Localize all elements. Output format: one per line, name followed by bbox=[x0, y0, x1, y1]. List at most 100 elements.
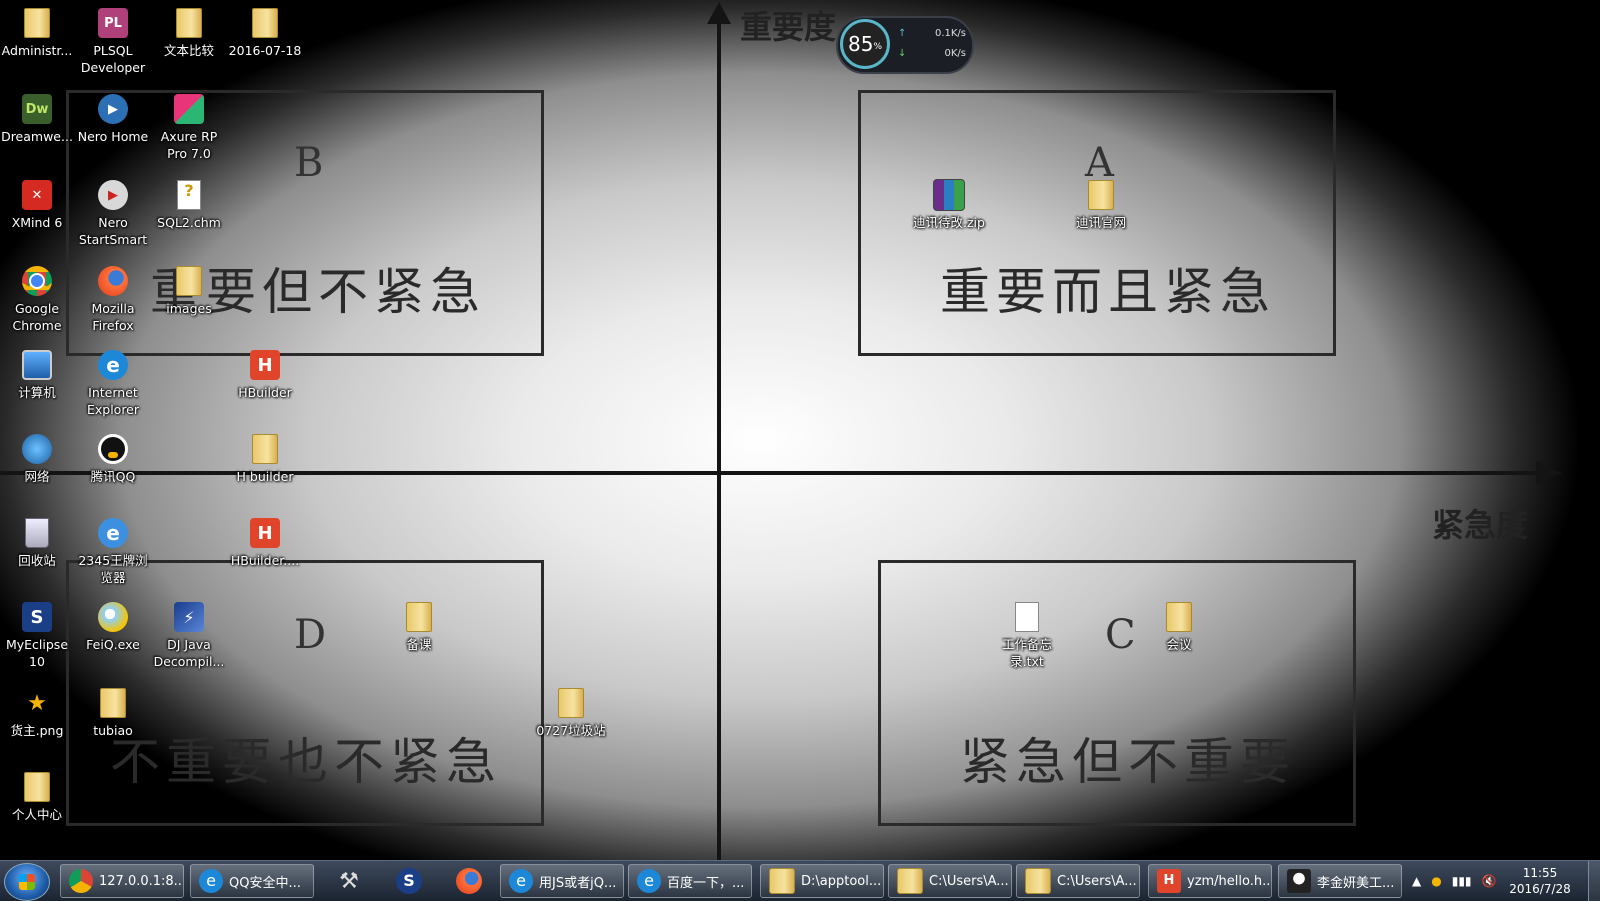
volume-muted-icon[interactable]: 🔇 bbox=[1482, 874, 1497, 888]
desktop-icon-recycle-bin[interactable]: 回收站 bbox=[0, 516, 74, 569]
text-file-icon bbox=[1010, 600, 1044, 634]
icon-label: SQL2.chm bbox=[157, 215, 221, 230]
firefox-icon bbox=[96, 264, 130, 298]
desktop-icon-mozilla-firefox[interactable]: Mozilla Firefox bbox=[76, 264, 150, 334]
desktop-icon-personal-center[interactable]: 个人中心 bbox=[0, 770, 74, 823]
taskbar-button-chat[interactable]: 李金妍美工... bbox=[1278, 864, 1402, 898]
desktop-icon-images[interactable]: images bbox=[152, 264, 226, 317]
ie-icon: e bbox=[199, 869, 223, 893]
icon-label: 迪讯待改.zip bbox=[913, 215, 985, 230]
desktop-icon-administrator[interactable]: Administr... bbox=[0, 6, 74, 59]
desktop-icon-text-compare[interactable]: 文本比较 bbox=[152, 6, 226, 59]
icon-label: 0727垃圾站 bbox=[536, 723, 606, 738]
desktop-icon-dj-java[interactable]: ⚡ DJ Java Decompil... bbox=[152, 600, 226, 670]
taskbar-button-chrome[interactable]: 127.0.0.1:8... bbox=[60, 864, 184, 898]
tray-app-icon[interactable]: ● bbox=[1431, 874, 1441, 888]
desktop-icon-2016-07-18[interactable]: 2016-07-18 bbox=[228, 6, 302, 59]
taskbar-button-explorer-users-2[interactable]: C:\Users\A... bbox=[1016, 864, 1140, 898]
desktop-icon-dreamweaver[interactable]: Dw Dreamwe... bbox=[0, 92, 74, 145]
browser-2345-icon: e bbox=[96, 516, 130, 550]
desktop-icon-axure[interactable]: Axure RP Pro 7.0 bbox=[152, 92, 226, 162]
icon-label: Axure RP Pro 7.0 bbox=[160, 129, 218, 161]
clock-time: 11:55 bbox=[1522, 866, 1558, 880]
dj-java-icon: ⚡ bbox=[172, 600, 206, 634]
show-hidden-icons-icon[interactable]: ▲ bbox=[1412, 874, 1421, 888]
taskbar-button-explorer-users-1[interactable]: C:\Users\A... bbox=[888, 864, 1012, 898]
ie-icon: e bbox=[509, 869, 533, 893]
clock[interactable]: 11:55 2016/7/28 bbox=[1500, 865, 1580, 897]
desktop-icon-myeclipse[interactable]: S MyEclipse 10 bbox=[0, 600, 74, 670]
computer-icon bbox=[20, 348, 54, 382]
desktop-icon-plsql[interactable]: PL PLSQL Developer bbox=[76, 6, 150, 76]
taskbar-button-ie-qq-security[interactable]: e QQ安全中... bbox=[190, 864, 314, 898]
taskbar-button-label: 用JS或者jQ... bbox=[539, 875, 617, 891]
taskbar-pin-firefox[interactable] bbox=[442, 864, 496, 898]
taskbar-button-ie-js[interactable]: e 用JS或者jQ... bbox=[500, 864, 624, 898]
xmind-icon: ✕ bbox=[20, 178, 54, 212]
taskbar-pin-myeclipse[interactable]: S bbox=[382, 864, 436, 898]
ie-icon: e bbox=[96, 348, 130, 382]
desktop-icon-meeting[interactable]: 会议 bbox=[1142, 600, 1216, 653]
taskbar-pin-tools[interactable]: ⚒ bbox=[322, 864, 376, 898]
desktop-icon-tubiao[interactable]: tubiao bbox=[76, 686, 150, 739]
folder-icon bbox=[554, 686, 588, 720]
desktop-icon-computer[interactable]: 计算机 bbox=[0, 348, 74, 401]
feiq-icon bbox=[96, 600, 130, 634]
desktop-icon-nero-startsmart[interactable]: ▶ Nero StartSmart bbox=[76, 178, 150, 248]
taskbar-button-hbuilder[interactable]: H yzm/hello.h... bbox=[1148, 864, 1272, 898]
desktop-icon-network[interactable]: 网络 bbox=[0, 432, 74, 485]
icon-label: 会议 bbox=[1166, 637, 1192, 652]
icon-label: H builder bbox=[236, 469, 294, 484]
desktop-icon-feiq[interactable]: FeiQ.exe bbox=[76, 600, 150, 653]
icon-label: Nero StartSmart bbox=[78, 215, 148, 247]
desktop-icon-nero-home[interactable]: ▶ Nero Home bbox=[76, 92, 150, 145]
desktop-icon-xmind[interactable]: ✕ XMind 6 bbox=[0, 178, 74, 231]
folder-icon bbox=[248, 432, 282, 466]
network-speed-widget[interactable]: 85% ↑ 0.1K/s ↓ 0K/s bbox=[836, 16, 974, 74]
network-signal-icon[interactable]: ▮▮▮ bbox=[1452, 874, 1472, 888]
desktop-icon-sql2-chm[interactable]: ? SQL2.chm bbox=[152, 178, 226, 231]
folder-icon bbox=[402, 600, 436, 634]
taskbar: 127.0.0.1:8... e QQ安全中... ⚒ S e 用JS或者jQ.… bbox=[0, 860, 1600, 901]
taskbar-button-ie-baidu[interactable]: e 百度一下，... bbox=[628, 864, 752, 898]
taskbar-button-explorer-apptool[interactable]: D:\apptool... bbox=[760, 864, 884, 898]
icon-label: 货主.png bbox=[10, 723, 64, 738]
chrome-icon bbox=[20, 264, 54, 298]
desktop-icon-0727-trash[interactable]: 0727垃圾站 bbox=[534, 686, 608, 739]
desktop-icon-hbuilder[interactable]: H HBuilder bbox=[228, 348, 302, 401]
desktop-icon-hbuilder-2[interactable]: H HBuilder.... bbox=[228, 516, 302, 569]
icon-label: 2016-07-18 bbox=[228, 43, 302, 58]
horizontal-axis-arrow bbox=[1536, 461, 1562, 485]
taskbar-button-label: 李金妍美工... bbox=[1317, 875, 1395, 891]
firefox-icon bbox=[456, 868, 482, 894]
vertical-axis bbox=[717, 14, 721, 860]
desktop-icon-2345-browser[interactable]: e 2345王牌浏览器 bbox=[76, 516, 150, 586]
desktop-icon-dixun-zip[interactable]: 迪讯待改.zip bbox=[912, 178, 986, 231]
desktop-icon-huozhu-png[interactable]: ★ 货主.png bbox=[0, 686, 74, 739]
start-button[interactable] bbox=[4, 863, 50, 901]
icon-label: 工作备忘录.txt bbox=[1001, 637, 1052, 669]
quadrant-c-letter: C bbox=[1105, 612, 1136, 658]
icon-label: 备课 bbox=[406, 637, 432, 652]
desktop-icon-tencent-qq[interactable]: 腾讯QQ bbox=[76, 432, 150, 485]
icon-label: 计算机 bbox=[18, 385, 56, 400]
download-speed-row: ↓ 0K/s bbox=[898, 48, 966, 59]
desktop-icon-internet-explorer[interactable]: e Internet Explorer bbox=[76, 348, 150, 418]
folder-icon bbox=[1162, 600, 1196, 634]
plsql-icon: PL bbox=[96, 6, 130, 40]
desktop-icon-work-memo-txt[interactable]: 工作备忘录.txt bbox=[990, 600, 1064, 670]
icon-label: HBuilder.... bbox=[230, 553, 300, 568]
desktop-icon-google-chrome[interactable]: Google Chrome bbox=[0, 264, 74, 334]
show-desktop-button[interactable] bbox=[1588, 861, 1600, 901]
icon-label: 个人中心 bbox=[11, 807, 62, 822]
desktop-icon-dixun-website[interactable]: 迪讯官网 bbox=[1064, 178, 1138, 231]
icon-label: 回收站 bbox=[18, 553, 56, 568]
upload-speed: 0.1K/s bbox=[934, 28, 966, 39]
icon-label: 2345王牌浏览器 bbox=[78, 553, 148, 585]
usage-percent-unit: % bbox=[873, 42, 882, 52]
desktop-icon-beike[interactable]: 备课 bbox=[382, 600, 456, 653]
desktop-icon-h-builder-folder[interactable]: H builder bbox=[228, 432, 302, 485]
folder-icon bbox=[1025, 868, 1051, 894]
nero-icon: ▶ bbox=[96, 92, 130, 126]
hbuilder-icon: H bbox=[248, 348, 282, 382]
